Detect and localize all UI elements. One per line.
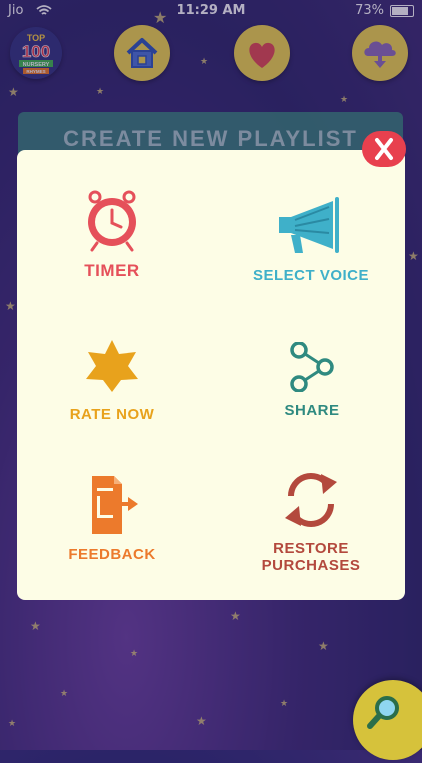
restore-label-line2: PURCHASES [261, 557, 361, 574]
rate-now-option[interactable]: RATE NOW [52, 338, 172, 423]
alarm-clock-icon [88, 190, 136, 252]
feedback-form-icon [92, 476, 138, 534]
select-voice-label: SELECT VOICE [252, 267, 370, 284]
feedback-option[interactable]: FEEDBACK [57, 474, 167, 563]
close-icon [375, 138, 393, 160]
search-button[interactable] [353, 680, 422, 760]
megaphone-icon [279, 197, 339, 253]
timer-option[interactable]: TIMER [57, 188, 167, 279]
close-button[interactable] [362, 131, 406, 167]
rate-now-label: RATE NOW [69, 406, 155, 423]
star-icon [86, 340, 138, 392]
search-icon [367, 696, 399, 729]
settings-menu-modal: TIMER SELECT VOICE RATE NOW SHARE FEEDBA… [17, 150, 405, 600]
restore-label-line1: RESTORE [273, 540, 349, 557]
restore-purchases-option[interactable]: RESTORE PURCHASES [251, 466, 371, 574]
timer-label: TIMER [84, 261, 140, 280]
select-voice-option[interactable]: SELECT VOICE [241, 195, 381, 284]
share-icon [290, 341, 334, 393]
refresh-icon [285, 473, 337, 527]
share-label: SHARE [284, 402, 340, 419]
feedback-label: FEEDBACK [68, 546, 156, 563]
share-option[interactable]: SHARE [257, 341, 367, 419]
